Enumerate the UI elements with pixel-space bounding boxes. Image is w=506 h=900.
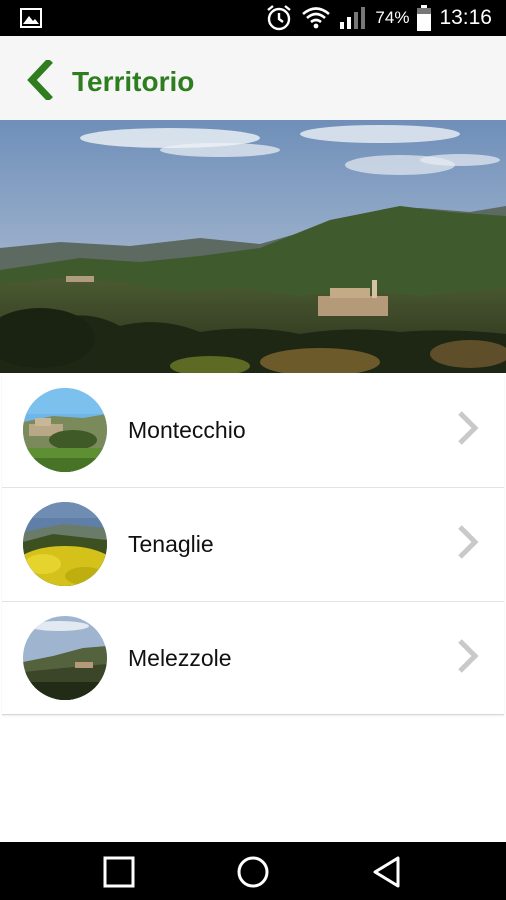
back-triangle-icon[interactable] <box>370 855 404 889</box>
chevron-right-icon <box>458 411 479 445</box>
list-item[interactable]: Tenaglie <box>2 488 504 602</box>
app-bar: Territorio <box>0 36 506 120</box>
list-item-label: Melezzole <box>128 645 232 671</box>
chevron-right-icon <box>458 639 479 673</box>
chevron-right-icon <box>458 525 479 559</box>
gallery-icon <box>20 8 42 28</box>
alarm-icon <box>267 5 292 31</box>
page-title: Territorio <box>72 66 195 97</box>
list-item-label: Tenaglie <box>128 531 214 557</box>
wifi-icon <box>302 7 331 29</box>
thumbnail-montecchio <box>23 388 107 472</box>
recents-square-icon[interactable] <box>102 855 136 889</box>
hero-landscape-image <box>0 120 506 373</box>
battery-percent: 74% <box>375 8 410 27</box>
status-bar: 74% 13:16 <box>0 0 506 36</box>
thumbnail-melezzole <box>23 616 107 700</box>
chevron-left-icon[interactable] <box>24 60 56 100</box>
places-list: Montecchio Tenaglie Melezzole <box>2 374 504 715</box>
clock: 13:16 <box>439 6 492 29</box>
system-nav-bar <box>0 842 506 900</box>
list-item[interactable]: Montecchio <box>2 374 504 488</box>
battery-icon <box>417 5 432 31</box>
thumbnail-tenaglie <box>23 502 107 586</box>
signal-icon <box>340 7 366 29</box>
list-item-label: Montecchio <box>128 417 246 443</box>
list-item[interactable]: Melezzole <box>2 602 504 714</box>
home-circle-icon[interactable] <box>236 855 270 889</box>
